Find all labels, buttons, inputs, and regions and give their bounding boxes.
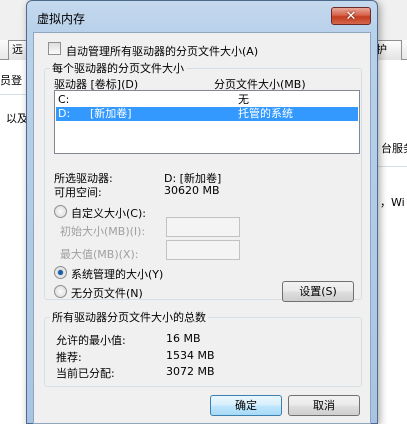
max-size-input[interactable]	[166, 240, 240, 260]
currently-allocated-label: 当前已分配:	[56, 367, 115, 380]
cancel-button[interactable]: 取消	[288, 395, 360, 416]
drive-list-row[interactable]: C: 无	[56, 93, 358, 107]
currently-allocated-value: 3072 MB	[166, 365, 215, 378]
recommended-value: 1534 MB	[166, 349, 215, 362]
no-paging-label[interactable]: 无分页文件(N)	[71, 285, 143, 301]
drive-paging-size: 无	[238, 93, 249, 106]
min-allowed-value: 16 MB	[166, 332, 201, 345]
background-text: 以及	[6, 112, 28, 125]
drive-volume-label: [新加卷]	[90, 107, 132, 120]
close-button[interactable]: ✕	[331, 7, 371, 25]
title-bar[interactable]: 虚拟内存 ✕	[27, 1, 377, 31]
auto-manage-checkbox[interactable]	[48, 42, 61, 55]
drive-paging-size: 托管的系统	[238, 107, 293, 120]
set-button[interactable]: 设置(S)	[282, 281, 354, 302]
ok-button[interactable]: 确定	[210, 395, 282, 416]
custom-size-radio[interactable]	[54, 205, 67, 218]
totals-group-title: 所有驱动器分页文件大小的总数	[50, 309, 208, 325]
system-managed-radio[interactable]	[54, 266, 67, 279]
background-text: 台服务	[381, 142, 407, 155]
free-space-value: 30620 MB	[164, 184, 220, 197]
initial-size-label: 初始大小(MB)(I):	[60, 225, 146, 238]
per-drive-group-title: 每个驱动器的分页文件大小	[50, 60, 186, 76]
background-divider	[0, 94, 26, 95]
virtual-memory-dialog: 虚拟内存 ✕ 自动管理所有驱动器的分页文件大小(A) 每个驱动器的分页文件大小 …	[26, 0, 378, 424]
dialog-title: 虚拟内存	[37, 12, 86, 26]
close-icon: ✕	[345, 8, 357, 24]
initial-size-input[interactable]	[166, 217, 240, 237]
background-divider	[378, 166, 407, 167]
dialog-client-area: 自动管理所有驱动器的分页文件大小(A) 每个驱动器的分页文件大小 驱动器 [卷标…	[33, 32, 371, 424]
no-paging-radio[interactable]	[54, 285, 67, 298]
custom-size-label[interactable]: 自定义大小(C):	[71, 205, 146, 221]
background-text: ，Wi	[380, 196, 405, 209]
auto-manage-label[interactable]: 自动管理所有驱动器的分页文件大小(A)	[66, 43, 258, 59]
drive-letter: D:	[58, 107, 71, 120]
free-space-label: 可用空间:	[54, 186, 102, 199]
drive-letter: C:	[58, 93, 70, 106]
system-managed-label[interactable]: 系统管理的大小(Y)	[71, 266, 163, 282]
drive-list[interactable]: C: 无 D: [新加卷] 托管的系统	[54, 90, 360, 154]
max-size-label: 最大值(MB)(X):	[60, 248, 139, 261]
drive-list-row-selected[interactable]: D: [新加卷] 托管的系统	[56, 107, 358, 121]
min-allowed-label: 允许的最小值:	[56, 334, 126, 347]
recommended-label: 推荐:	[56, 351, 82, 364]
background-text: 员登	[0, 74, 22, 87]
